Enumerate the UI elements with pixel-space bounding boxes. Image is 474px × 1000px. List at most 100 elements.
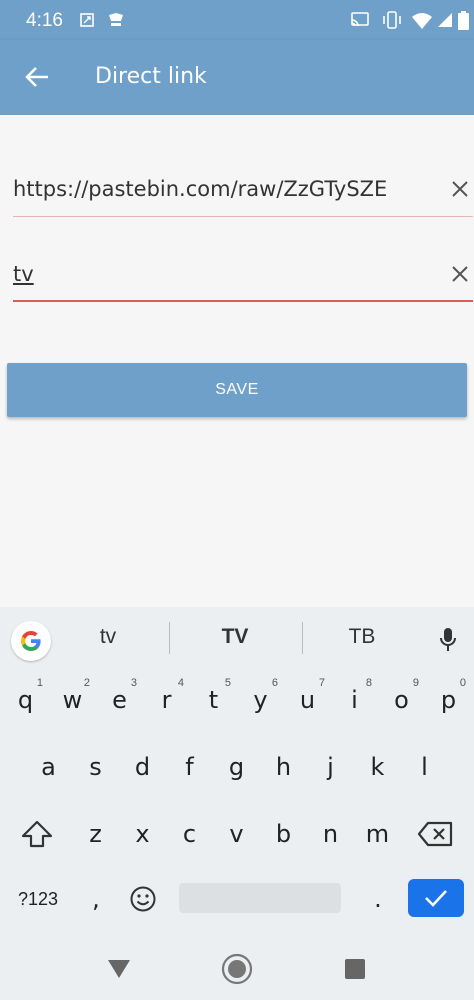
emoji-key[interactable] (124, 872, 162, 926)
key-d[interactable]: d (119, 740, 166, 794)
key-u[interactable]: u7 (284, 673, 331, 727)
name-field[interactable]: tv (13, 252, 473, 302)
key-label: l (421, 753, 428, 781)
mic-icon[interactable] (437, 625, 459, 655)
key-n[interactable]: n (307, 807, 354, 861)
save-button[interactable]: SAVE (7, 363, 467, 417)
key-o[interactable]: o9 (378, 673, 425, 727)
key-r[interactable]: r4 (143, 673, 190, 727)
key-i[interactable]: i8 (331, 673, 378, 727)
shift-key[interactable] (14, 807, 60, 861)
key-label: h (275, 753, 292, 781)
form-content: https://pastebin.com/raw/ZzGTySZE tv SAV… (0, 115, 474, 605)
period-key[interactable]: . (362, 872, 394, 926)
key-c[interactable]: c (166, 807, 213, 861)
key-number-hint: 9 (412, 677, 419, 689)
status-time: 4:16 (26, 10, 63, 31)
backspace-icon (417, 821, 453, 847)
key-number-hint: 4 (177, 677, 184, 689)
url-field-underline (13, 216, 473, 217)
key-label: w (62, 686, 83, 714)
recents-square-icon[interactable] (337, 951, 373, 987)
key-m[interactable]: m (354, 807, 401, 861)
key-label: c (182, 820, 197, 848)
status-bar: 4:16 (0, 0, 474, 40)
key-g[interactable]: g (213, 740, 260, 794)
key-label: o (394, 686, 409, 714)
backspace-key[interactable] (412, 807, 458, 861)
suggestion-item[interactable]: TV (175, 625, 295, 649)
suggestion-item[interactable]: TB (302, 625, 422, 649)
key-label: i (351, 686, 358, 714)
symbols-key[interactable]: ?123 (12, 872, 64, 926)
key-label: m (365, 820, 390, 848)
enter-key[interactable] (408, 879, 464, 917)
home-circle-icon[interactable] (219, 951, 255, 987)
key-p[interactable]: p0 (425, 673, 472, 727)
key-v[interactable]: v (213, 807, 260, 861)
name-clear-button[interactable] (449, 263, 471, 285)
back-button[interactable] (20, 60, 54, 94)
url-clear-button[interactable] (449, 178, 471, 200)
key-number-hint: 1 (36, 677, 43, 689)
key-number-hint: 2 (83, 677, 90, 689)
key-label: s (89, 753, 102, 781)
key-label: e (112, 686, 127, 714)
key-z[interactable]: z (72, 807, 119, 861)
key-number-hint: 5 (224, 677, 231, 689)
battery-icon (457, 10, 469, 30)
emoji-icon (130, 886, 156, 912)
key-number-hint: 7 (318, 677, 325, 689)
suggestion-divider (169, 622, 170, 654)
close-icon (452, 181, 468, 197)
suggestion-item[interactable]: tv (48, 625, 168, 649)
close-icon (452, 266, 468, 282)
key-label: p (440, 686, 457, 714)
key-b[interactable]: b (260, 807, 307, 861)
name-field-underline (13, 300, 473, 302)
url-field[interactable]: https://pastebin.com/raw/ZzGTySZE (13, 167, 473, 217)
wifi-icon (411, 10, 433, 30)
arrow-left-icon (25, 67, 48, 87)
key-x[interactable]: x (119, 807, 166, 861)
key-number-hint: 0 (459, 677, 466, 689)
app-bar: Direct link (0, 40, 474, 115)
google-icon[interactable] (11, 621, 51, 661)
keyboard: tv TV TB q1w2e3r4t5y6u7i8o9p0 asdfghjkl … (0, 607, 474, 937)
key-t[interactable]: t5 (190, 673, 237, 727)
url-field-value[interactable]: https://pastebin.com/raw/ZzGTySZE (13, 177, 387, 201)
key-label: f (185, 753, 194, 781)
key-label: d (134, 753, 151, 781)
key-label: n (322, 820, 339, 848)
checkmark-icon (425, 890, 447, 907)
key-s[interactable]: s (72, 740, 119, 794)
key-y[interactable]: y6 (237, 673, 284, 727)
key-label: a (41, 753, 56, 781)
screenshot-icon (78, 10, 96, 30)
key-a[interactable]: a (25, 740, 72, 794)
key-label: k (370, 753, 385, 781)
key-k[interactable]: k (354, 740, 401, 794)
key-h[interactable]: h (260, 740, 307, 794)
key-number-hint: 3 (130, 677, 137, 689)
key-number-hint: 8 (365, 677, 372, 689)
key-label: u (299, 686, 316, 714)
key-label: r (161, 686, 172, 714)
key-w[interactable]: w2 (49, 673, 96, 727)
key-label: b (275, 820, 292, 848)
back-triangle-icon[interactable] (101, 951, 137, 987)
navigation-bar (0, 937, 474, 1000)
comma-key[interactable]: , (80, 872, 112, 926)
key-q[interactable]: q1 (2, 673, 49, 727)
key-e[interactable]: e3 (96, 673, 143, 727)
key-label: g (228, 753, 245, 781)
space-key[interactable] (179, 883, 341, 913)
key-label: y (253, 686, 268, 714)
suggestion-bar: tv TV TB (0, 607, 474, 667)
key-l[interactable]: l (401, 740, 448, 794)
key-f[interactable]: f (166, 740, 213, 794)
key-label: x (135, 820, 150, 848)
key-j[interactable]: j (307, 740, 354, 794)
page-title: Direct link (95, 64, 207, 89)
name-field-value[interactable]: tv (13, 262, 34, 286)
